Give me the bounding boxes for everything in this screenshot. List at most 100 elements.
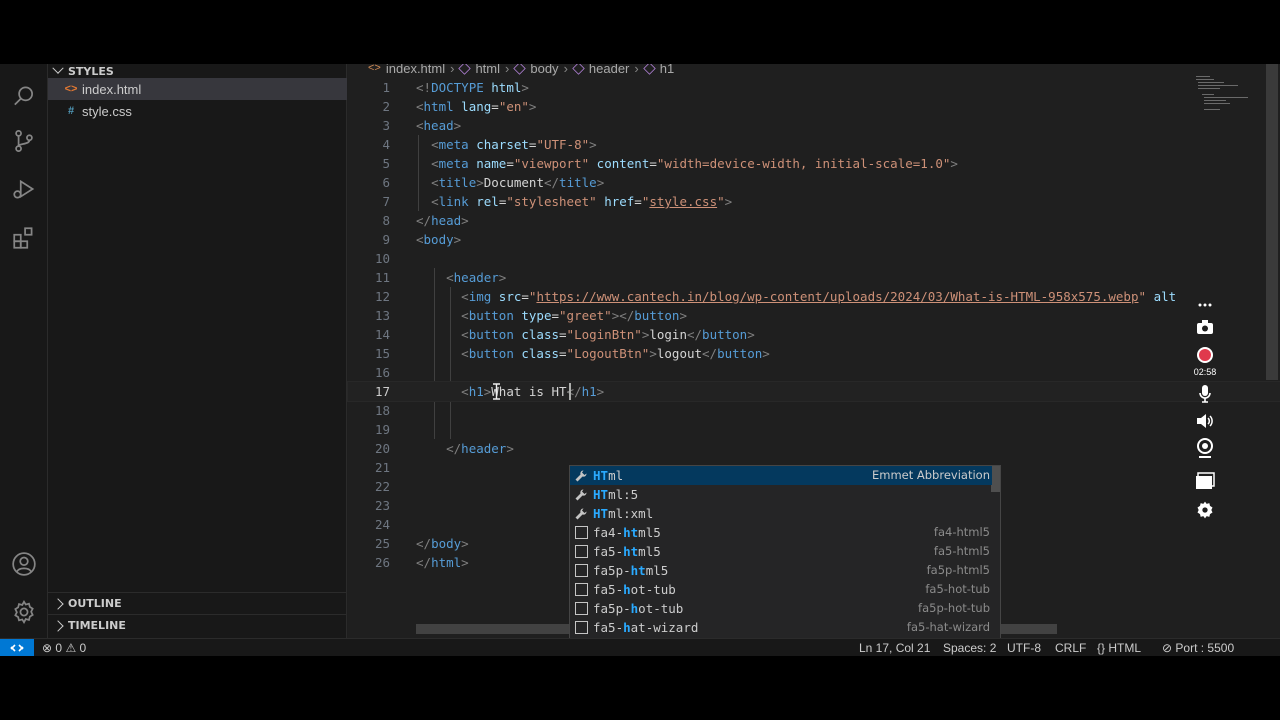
speaker-icon[interactable] xyxy=(1190,413,1220,429)
language-label: HTML xyxy=(1108,641,1142,655)
braces-icon: {} xyxy=(1097,641,1106,655)
file-name: style.css xyxy=(82,103,132,119)
code-line: 5 <meta name="viewport" content="width=d… xyxy=(382,156,958,171)
code-line: 16 xyxy=(374,365,390,380)
encoding-status[interactable]: UTF-8 xyxy=(1007,639,1041,656)
explorer-sidebar: STYLES <> index.html # style.css OUTLINE… xyxy=(48,64,347,638)
settings-gear-icon[interactable] xyxy=(1190,500,1220,520)
html-file-icon: <> xyxy=(64,83,78,95)
account-icon[interactable] xyxy=(0,542,48,586)
code-line: 8 </head> xyxy=(382,213,469,228)
suggestion-label: fa5-hot-tub xyxy=(593,582,676,597)
code-line: 15 <button class="LogoutBtn">logout</but… xyxy=(374,346,770,361)
suggestion-item[interactable]: fa5-hat-wizard fa5-hat-wizard xyxy=(570,618,992,637)
code-line: 14 <button class="LoginBtn">login</butto… xyxy=(374,327,755,342)
minimap[interactable] xyxy=(1194,74,1254,118)
problems-status[interactable]: ⊗ 0 ⚠ 0 xyxy=(42,639,86,656)
recording-timer: 02:58 xyxy=(1193,367,1217,377)
breadcrumb-item[interactable]: body xyxy=(530,64,558,76)
element-icon xyxy=(643,64,656,75)
timeline-section-header[interactable]: TIMELINE xyxy=(48,614,347,636)
source-control-icon[interactable] xyxy=(0,119,48,163)
suggestion-label: fa5-html5 xyxy=(593,544,661,559)
wrench-icon xyxy=(574,488,587,501)
suggestion-item[interactable]: fa5p-html5 fa5p-html5 xyxy=(570,561,992,580)
remote-indicator[interactable] xyxy=(0,639,34,656)
suggestion-item[interactable]: HTml:5 xyxy=(570,485,992,504)
file-item-index-html[interactable]: <> index.html xyxy=(48,78,347,100)
suggestion-label: HTml:5 xyxy=(593,487,639,502)
screen-recorder-toolbar: 02:58 xyxy=(1190,302,1220,519)
breadcrumb-item[interactable]: html xyxy=(475,64,500,76)
warning-count: 0 xyxy=(79,641,87,655)
camera-icon[interactable] xyxy=(1190,319,1220,335)
file-name: index.html xyxy=(82,81,142,97)
outline-section-header[interactable]: OUTLINE xyxy=(48,592,347,614)
indentation-status[interactable]: Spaces: 2 xyxy=(943,639,996,656)
live-server-port[interactable]: ⊘ Port : 5500 xyxy=(1162,639,1234,656)
code-line: 10 xyxy=(374,251,390,266)
code-line: 1 <!DOCTYPE html> xyxy=(382,80,529,95)
code-line: 19 xyxy=(374,422,390,437)
suggestion-item[interactable]: HTml:xml xyxy=(570,504,992,523)
manage-gear-icon[interactable] xyxy=(0,590,48,634)
remote-icon xyxy=(10,644,24,652)
breadcrumb-item[interactable]: index.html xyxy=(386,64,445,76)
suggestion-label: fa5-hat-wizard xyxy=(593,620,699,635)
suggestion-detail: fa5p-hot-tub xyxy=(918,601,990,615)
snippet-icon xyxy=(575,583,588,596)
code-line: 6 <title>Document</title> xyxy=(382,175,605,190)
css-file-icon: # xyxy=(67,105,75,117)
folder-title: STYLES xyxy=(68,64,114,78)
error-icon: ⊗ xyxy=(42,641,53,655)
block-icon: ⊘ xyxy=(1162,641,1173,655)
suggestion-item[interactable]: fa5p-hot-tub fa5p-hot-tub xyxy=(570,599,992,618)
chevron-right-icon xyxy=(52,619,64,632)
chevron-right-icon: › xyxy=(505,64,510,76)
window-capture-icon[interactable] xyxy=(1190,472,1220,490)
snippet-icon xyxy=(575,545,588,558)
code-line: 12 <img src="https://www.cantech.in/blog… xyxy=(374,289,1177,304)
suggestion-item[interactable]: fa5-html5 fa5-html5 xyxy=(570,542,992,561)
snippet-icon xyxy=(575,602,588,615)
snippet-icon xyxy=(575,564,588,577)
code-line: 18 xyxy=(374,403,390,418)
vertical-scrollbar[interactable] xyxy=(1266,64,1278,380)
error-count: 0 xyxy=(55,641,63,655)
record-stop-icon[interactable] xyxy=(1190,346,1220,364)
suggestion-detail: fa4-html5 xyxy=(933,525,990,539)
eol-status[interactable]: CRLF xyxy=(1055,639,1086,656)
microphone-icon[interactable] xyxy=(1190,384,1220,404)
language-mode[interactable]: {} HTML xyxy=(1097,639,1141,656)
search-icon[interactable] xyxy=(0,74,48,118)
element-icon xyxy=(458,64,472,75)
html-file-icon: <> xyxy=(368,64,381,74)
warning-icon: ⚠ xyxy=(65,641,77,655)
status-bar: ⊗ 0 ⚠ 0 Ln 17, Col 21 Spaces: 2 UTF-8 CR… xyxy=(0,638,1280,656)
code-line: 7 <link rel="stylesheet" href="style.css… xyxy=(382,194,733,209)
webcam-icon[interactable] xyxy=(1190,438,1220,458)
suggestion-item[interactable]: fa4-html5 fa4-html5 xyxy=(570,523,992,542)
suggestion-item[interactable]: HTml Emmet Abbreviation xyxy=(570,466,992,485)
suggestion-detail: fa5-html5 xyxy=(933,544,990,558)
outline-label: OUTLINE xyxy=(68,597,122,610)
extensions-icon[interactable] xyxy=(0,216,48,260)
suggestion-detail: fa5p-html5 xyxy=(926,563,990,577)
more-dots-icon[interactable] xyxy=(1190,302,1220,312)
suggest-scrollbar[interactable] xyxy=(991,466,1000,492)
snippet-icon xyxy=(575,621,588,634)
run-debug-icon[interactable] xyxy=(0,167,48,211)
timeline-label: TIMELINE xyxy=(68,619,126,632)
breadcrumb-item[interactable]: header xyxy=(589,64,629,76)
breadcrumb-item[interactable]: h1 xyxy=(660,64,674,76)
suggestion-item[interactable]: fa5-hot-tub fa5-hot-tub xyxy=(570,580,992,599)
suggestion-detail: Emmet Abbreviation xyxy=(871,468,990,482)
file-item-style-css[interactable]: # style.css xyxy=(48,100,347,122)
wrench-icon xyxy=(574,469,587,482)
autocomplete-suggest-widget[interactable]: HTml Emmet Abbreviation HTml:5 HTml:xml fa4-… xyxy=(569,465,1001,656)
chevron-right-icon xyxy=(52,597,64,610)
explorer-folder-header[interactable]: STYLES xyxy=(48,64,347,78)
cursor-position[interactable]: Ln 17, Col 21 xyxy=(859,639,930,656)
chevron-right-icon: › xyxy=(450,64,455,76)
code-line: 9 <body> xyxy=(382,232,462,247)
